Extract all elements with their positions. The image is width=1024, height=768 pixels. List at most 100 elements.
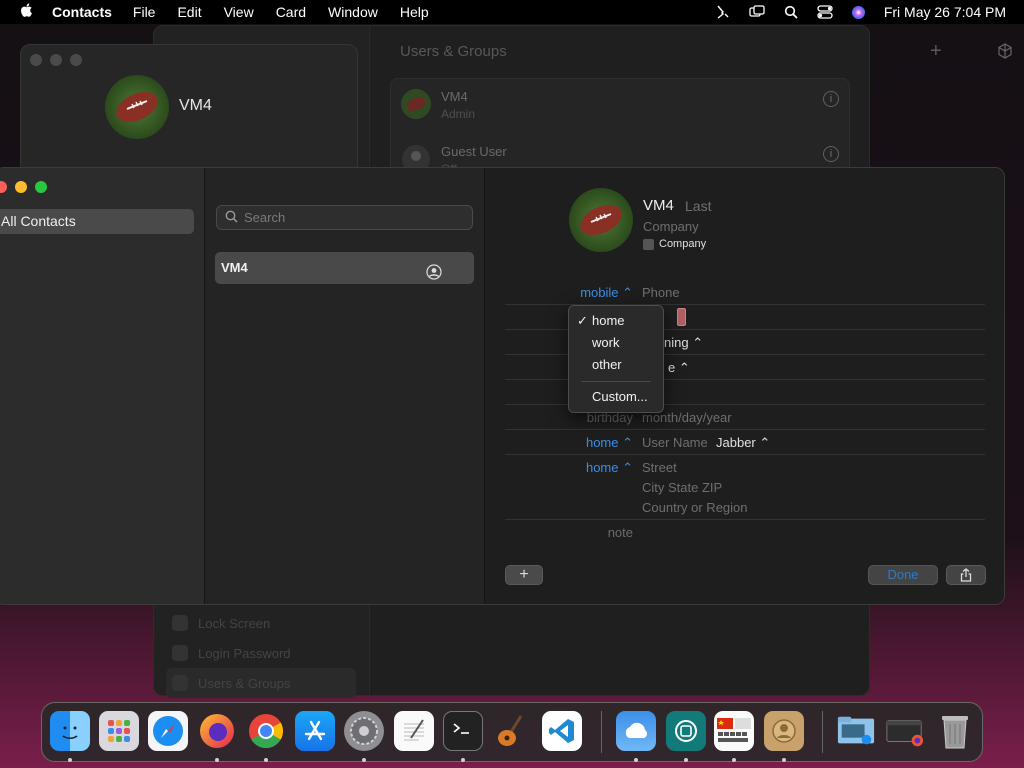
menu-item-other[interactable]: other xyxy=(569,354,663,376)
terminal-icon[interactable] xyxy=(443,711,483,751)
key-icon xyxy=(172,645,188,661)
im-service-popup[interactable]: Jabber ⌃ xyxy=(716,435,770,451)
menu-file[interactable]: File xyxy=(133,4,156,20)
close-button[interactable] xyxy=(0,181,7,193)
sidebar-item-login-password[interactable]: Login Password xyxy=(166,638,356,668)
firefox-window-icon[interactable] xyxy=(885,711,925,751)
screen-time-icon[interactable] xyxy=(666,711,706,751)
user-row-vm4[interactable]: VM4 Admin i xyxy=(391,79,849,129)
texttone-popup[interactable]: e ⌃ xyxy=(668,360,690,376)
trash-icon[interactable] xyxy=(935,711,975,751)
menu-item-custom[interactable]: Custom... xyxy=(569,386,663,408)
phone-label-popup[interactable]: mobile ⌃ xyxy=(580,285,633,301)
email-input-cursor[interactable] xyxy=(677,308,686,326)
checkmark-icon: ✓ xyxy=(577,313,588,328)
contacts-icon[interactable] xyxy=(764,711,804,751)
menu-item-work[interactable]: work xyxy=(569,332,663,354)
finder-icon[interactable] xyxy=(50,711,90,751)
users-list: VM4 Admin i Guest User Off i xyxy=(390,78,850,178)
firefox-icon[interactable] xyxy=(197,711,237,751)
dock-divider xyxy=(822,711,823,753)
minimize-button[interactable] xyxy=(15,181,27,193)
launchpad-icon[interactable] xyxy=(99,711,139,751)
search-field[interactable] xyxy=(216,205,473,230)
running-indicator xyxy=(782,758,786,762)
cube-icon[interactable] xyxy=(997,43,1013,62)
user-role: Admin xyxy=(441,107,476,121)
add-icon[interactable]: + xyxy=(930,40,942,63)
contact-card: VM4 Last Company Company mobile ⌃ Phone … xyxy=(485,168,1004,604)
menu-help[interactable]: Help xyxy=(400,4,429,20)
window-controls xyxy=(0,181,55,193)
company-checkbox[interactable]: Company xyxy=(643,238,706,250)
label-popup-menu: ✓ home work other Custom... xyxy=(568,305,664,413)
menu-item-label: home xyxy=(592,313,625,328)
app-store-icon[interactable] xyxy=(295,711,335,751)
minimize-button[interactable] xyxy=(50,54,62,66)
ringtone-popup[interactable]: ning ⌃ xyxy=(664,335,703,351)
company-field[interactable]: Company xyxy=(643,219,699,234)
user-name: VM4 xyxy=(441,89,468,104)
search-input[interactable] xyxy=(244,210,444,225)
im-label-popup[interactable]: home ⌃ xyxy=(586,435,633,451)
running-indicator xyxy=(362,758,366,762)
add-field-button[interactable]: + xyxy=(505,565,543,585)
me-card-icon xyxy=(426,260,442,280)
menu-app-name[interactable]: Contacts xyxy=(52,4,112,20)
users-icon xyxy=(172,675,188,691)
contact-row[interactable]: VM4 xyxy=(215,252,474,284)
last-name-field[interactable]: Last xyxy=(685,198,711,214)
user-name: Guest User xyxy=(441,144,507,159)
phone-input[interactable]: Phone xyxy=(642,285,680,300)
checkbox-box xyxy=(643,238,654,250)
country-input[interactable]: Country or Region xyxy=(642,500,748,515)
screen-mirroring-icon[interactable] xyxy=(748,4,766,20)
language-keyboard-icon[interactable] xyxy=(714,711,754,751)
garageband-icon[interactable] xyxy=(492,711,532,751)
sidebar-item-users-groups[interactable]: Users & Groups xyxy=(166,668,356,698)
dock xyxy=(41,702,983,762)
im-username-input[interactable]: User Name xyxy=(642,435,708,450)
weather-icon[interactable] xyxy=(616,711,656,751)
menu-window[interactable]: Window xyxy=(328,4,378,20)
share-button[interactable] xyxy=(946,565,986,585)
sidebar-item-label: Lock Screen xyxy=(198,615,271,631)
spotlight-search-icon[interactable] xyxy=(782,4,800,20)
zoom-button[interactable] xyxy=(70,54,82,66)
siri-icon[interactable] xyxy=(850,4,868,20)
safari-icon[interactable] xyxy=(148,711,188,751)
info-icon[interactable]: i xyxy=(823,146,839,162)
menu-item-home[interactable]: ✓ home xyxy=(569,310,663,332)
vscode-icon[interactable] xyxy=(542,711,582,751)
control-center-icon[interactable] xyxy=(816,4,834,20)
menu-bar: Contacts File Edit View Card Window Help… xyxy=(0,0,1024,24)
search-icon xyxy=(225,210,238,226)
running-indicator xyxy=(732,758,736,762)
chrome-icon[interactable] xyxy=(246,711,286,751)
running-indicator xyxy=(215,758,219,762)
contact-photo[interactable] xyxy=(569,188,633,252)
done-button[interactable]: Done xyxy=(868,565,938,585)
settings-title: Users & Groups xyxy=(400,43,507,60)
city-state-zip-input[interactable]: City State ZIP xyxy=(642,480,722,495)
script-editor-icon[interactable] xyxy=(714,4,732,20)
im-row: home ⌃ User Name Jabber ⌃ xyxy=(505,430,985,455)
downloads-folder-icon[interactable] xyxy=(836,711,876,751)
street-input[interactable]: Street xyxy=(642,460,677,475)
first-name-field[interactable]: VM4 xyxy=(643,197,674,214)
textedit-icon[interactable] xyxy=(394,711,434,751)
menu-separator xyxy=(581,381,651,382)
menu-clock[interactable]: Fri May 26 7:04 PM xyxy=(884,4,1006,20)
info-icon[interactable]: i xyxy=(823,91,839,107)
menu-view[interactable]: View xyxy=(224,4,254,20)
address-label-popup[interactable]: home ⌃ xyxy=(586,460,633,476)
close-button[interactable] xyxy=(30,54,42,66)
menu-card[interactable]: Card xyxy=(276,4,306,20)
phone-row: mobile ⌃ Phone xyxy=(505,280,985,305)
menu-edit[interactable]: Edit xyxy=(177,4,201,20)
apple-menu-icon[interactable] xyxy=(0,2,52,22)
system-settings-icon[interactable] xyxy=(344,711,384,751)
sidebar-item-lock-screen[interactable]: Lock Screen xyxy=(166,608,356,638)
group-all-contacts[interactable]: All Contacts xyxy=(0,209,194,234)
zoom-button[interactable] xyxy=(35,181,47,193)
